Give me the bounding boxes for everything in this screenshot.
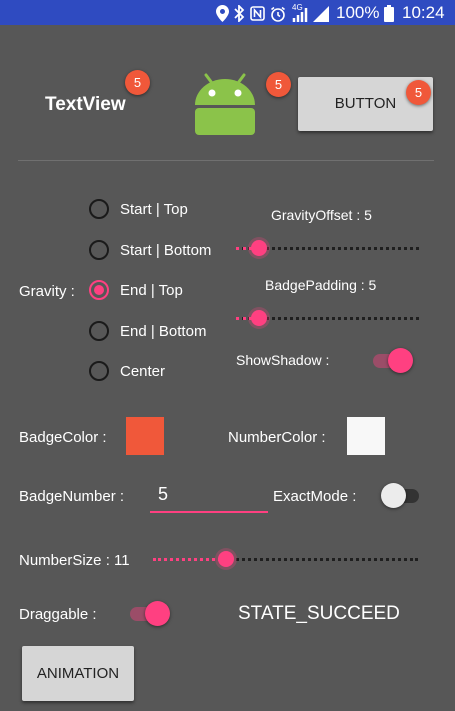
radio-label: Start | Bottom — [120, 242, 212, 259]
divider — [18, 160, 434, 161]
radio-button[interactable] — [89, 321, 109, 341]
radio-label: End | Top — [120, 282, 183, 299]
status-bar: 4G 100% 10:24 — [0, 0, 455, 25]
number-size-seekbar[interactable] — [153, 549, 418, 569]
badge-padding-label: BadgePadding : 5 — [265, 277, 377, 293]
button-badge[interactable]: 5 — [406, 80, 431, 105]
radio-end-bottom[interactable]: End | Bottom — [87, 318, 237, 346]
radio-button[interactable] — [89, 240, 109, 260]
badge-number-label: BadgeNumber : — [19, 488, 125, 505]
badge-number-input[interactable]: 5 — [150, 484, 268, 513]
radio-center[interactable]: Center — [87, 358, 237, 386]
signal-strength-icon — [313, 0, 329, 25]
gravity-offset-label: GravityOffset : 5 — [271, 207, 372, 223]
radio-end-top[interactable]: End | Top — [87, 277, 237, 305]
bluetooth-icon — [234, 0, 245, 25]
android-icon[interactable] — [192, 71, 258, 137]
textview-badge[interactable]: 5 — [125, 70, 150, 95]
nfc-icon — [250, 0, 265, 25]
show-shadow-label: ShowShadow : — [236, 352, 330, 368]
signal-icon — [292, 0, 310, 25]
number-size-label: NumberSize : 11 — [19, 552, 130, 569]
exact-mode-switch[interactable] — [381, 482, 421, 508]
seekbar-progress — [153, 558, 226, 561]
badge-color-label: BadgeColor : — [19, 429, 107, 446]
battery-icon — [384, 0, 394, 25]
drag-state-text: STATE_SUCCEED — [238, 603, 400, 624]
badge-textview[interactable]: TextView — [45, 94, 126, 116]
badge-padding-seekbar[interactable] — [236, 308, 419, 328]
gravity-label: Gravity : — [19, 283, 75, 300]
radio-start-top[interactable]: Start | Top — [87, 196, 237, 224]
clock: 10:24 — [402, 3, 445, 22]
radio-start-bottom[interactable]: Start | Bottom — [87, 237, 237, 265]
animation-button[interactable]: ANIMATION — [22, 646, 134, 701]
battery-percent: 100% — [336, 3, 380, 22]
android-badge[interactable]: 5 — [266, 72, 291, 97]
draggable-label: Draggable : — [19, 606, 97, 623]
seekbar-thumb[interactable] — [251, 240, 267, 256]
badge-color-swatch[interactable] — [126, 417, 164, 455]
location-icon — [216, 0, 229, 25]
exact-mode-label: ExactMode : — [273, 488, 357, 505]
radio-label: Start | Top — [120, 201, 188, 218]
seekbar-thumb[interactable] — [218, 551, 234, 567]
gravity-offset-seekbar[interactable] — [236, 238, 419, 258]
switch-thumb[interactable] — [388, 348, 413, 373]
switch-thumb[interactable] — [145, 601, 170, 626]
number-color-label: NumberColor : — [228, 429, 326, 446]
radio-button[interactable] — [89, 199, 109, 219]
radio-label: Center — [120, 363, 166, 380]
number-color-swatch[interactable] — [347, 417, 385, 455]
show-shadow-switch[interactable] — [371, 347, 413, 373]
alarm-icon — [270, 0, 286, 25]
seekbar-thumb[interactable] — [251, 310, 267, 326]
radio-label: End | Bottom — [120, 323, 207, 340]
radio-button-selected[interactable] — [89, 280, 109, 300]
radio-button[interactable] — [89, 361, 109, 381]
draggable-switch[interactable] — [128, 600, 170, 626]
switch-thumb[interactable] — [381, 483, 406, 508]
